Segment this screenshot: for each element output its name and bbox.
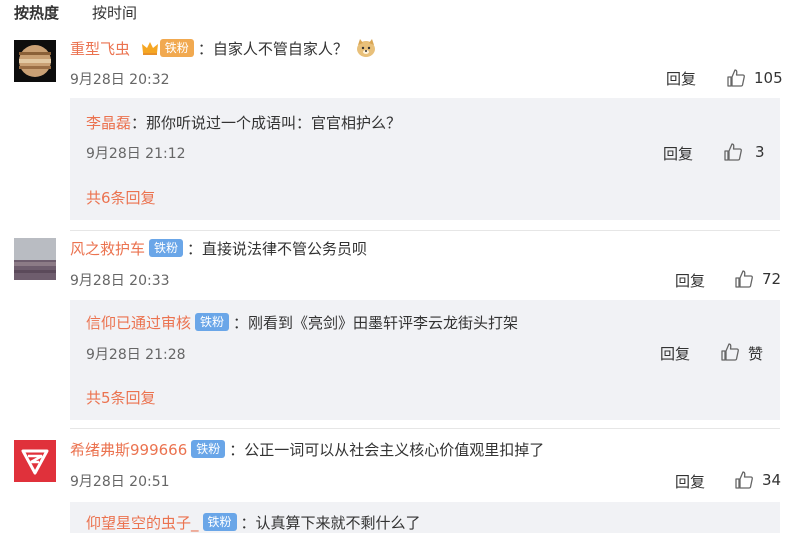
reply-time: 9月28日 21:28	[86, 347, 186, 363]
divider	[70, 428, 780, 429]
like-icon[interactable]	[720, 342, 740, 362]
avatar[interactable]	[14, 238, 56, 280]
like-count: 34	[762, 471, 782, 489]
more-replies-link[interactable]: 共5条回复	[86, 387, 156, 408]
reply-time: 9月28日 21:12	[86, 146, 186, 162]
fan-badge[interactable]: 铁粉	[149, 239, 184, 257]
comment-text: ：直接说法律不管公务员呗	[187, 240, 368, 258]
reply-reply-button[interactable]: 回复	[660, 343, 690, 364]
like-count: 72	[762, 270, 782, 288]
avatar[interactable]	[14, 440, 56, 482]
like-count: 105	[754, 69, 783, 87]
divider	[70, 230, 780, 231]
reply-username[interactable]: 李晶磊	[86, 114, 131, 132]
crown-icon	[141, 40, 159, 56]
sort-tabs: 按热度 按时间	[0, 0, 800, 24]
comment-time: 9月28日 20:51	[70, 474, 170, 490]
comment-line: 重型飞虫 铁粉 ：自家人不管自家人？	[70, 38, 377, 62]
like-icon[interactable]	[723, 142, 743, 162]
reply-list: 信仰已通过审核 铁粉 ：刚看到《亮剑》田墨轩评李云龙街头打架 9月28日 21:28…	[70, 300, 780, 420]
more-replies-link[interactable]: 共6条回复	[86, 187, 156, 208]
like-icon[interactable]	[734, 269, 754, 289]
sort-by-hot-tab[interactable]: 按热度	[14, 2, 59, 23]
shield-logo-avatar-image	[14, 440, 56, 482]
reply-list: 仰望星空的虫子_ 铁粉 ：认真算下来就不剩什么了	[70, 502, 780, 533]
reply-list: 李晶磊：那你听说过一个成语叫：官官相护么？ 9月28日 21:12 回复 3 共…	[70, 98, 780, 220]
reply-username[interactable]: 信仰已通过审核	[86, 314, 191, 332]
reply-line: 李晶磊：那你听说过一个成语叫：官官相护么？	[86, 112, 401, 133]
fan-badge[interactable]: 铁粉	[191, 440, 226, 458]
comment-text: ：公正一词可以从社会主义核心价值观里扣掉了	[229, 441, 545, 459]
reply-text: ：认真算下来就不剩什么了	[240, 514, 421, 532]
comment-line: 风之救护车 铁粉 ：直接说法律不管公务员呗	[70, 238, 367, 259]
doge-emoji-icon	[355, 38, 377, 62]
fan-badge[interactable]: 铁粉	[195, 313, 230, 331]
reply-text: ：刚看到《亮剑》田墨轩评李云龙街头打架	[233, 314, 519, 332]
comment-line: 希绪弗斯999666 铁粉 ：公正一词可以从社会主义核心价值观里扣掉了	[70, 439, 544, 460]
avatar[interactable]	[14, 40, 56, 82]
reply-button[interactable]: 回复	[675, 270, 705, 291]
fan-badge[interactable]: 铁粉	[159, 39, 194, 57]
reply-like-count: 3	[755, 143, 765, 161]
like-icon[interactable]	[734, 470, 754, 490]
comment-time: 9月28日 20:33	[70, 273, 170, 289]
jupiter-avatar-image	[14, 40, 56, 82]
username[interactable]: 重型飞虫	[70, 40, 130, 58]
fan-badge[interactable]: 铁粉	[202, 513, 237, 531]
reply-line: 信仰已通过审核 铁粉 ：刚看到《亮剑》田墨轩评李云龙街头打架	[86, 312, 518, 333]
like-icon[interactable]	[726, 68, 746, 88]
reply-button[interactable]: 回复	[675, 471, 705, 492]
username[interactable]: 风之救护车	[70, 240, 145, 258]
username[interactable]: 希绪弗斯999666	[70, 441, 187, 459]
reply-line: 仰望星空的虫子_ 铁粉 ：认真算下来就不剩什么了	[86, 512, 421, 533]
reply-button[interactable]: 回复	[666, 68, 696, 89]
reply-username[interactable]: 仰望星空的虫子_	[86, 514, 199, 532]
reply-text: ：那你听说过一个成语叫：官官相护么？	[131, 114, 402, 132]
reply-reply-button[interactable]: 回复	[663, 143, 693, 164]
landscape-avatar-image	[14, 238, 56, 280]
sort-by-time-tab[interactable]: 按时间	[92, 2, 137, 23]
comment-text: ：自家人不管自家人？	[197, 40, 348, 58]
comment-time: 9月28日 20:32	[70, 72, 170, 88]
reply-like-label[interactable]: 赞	[748, 343, 763, 364]
